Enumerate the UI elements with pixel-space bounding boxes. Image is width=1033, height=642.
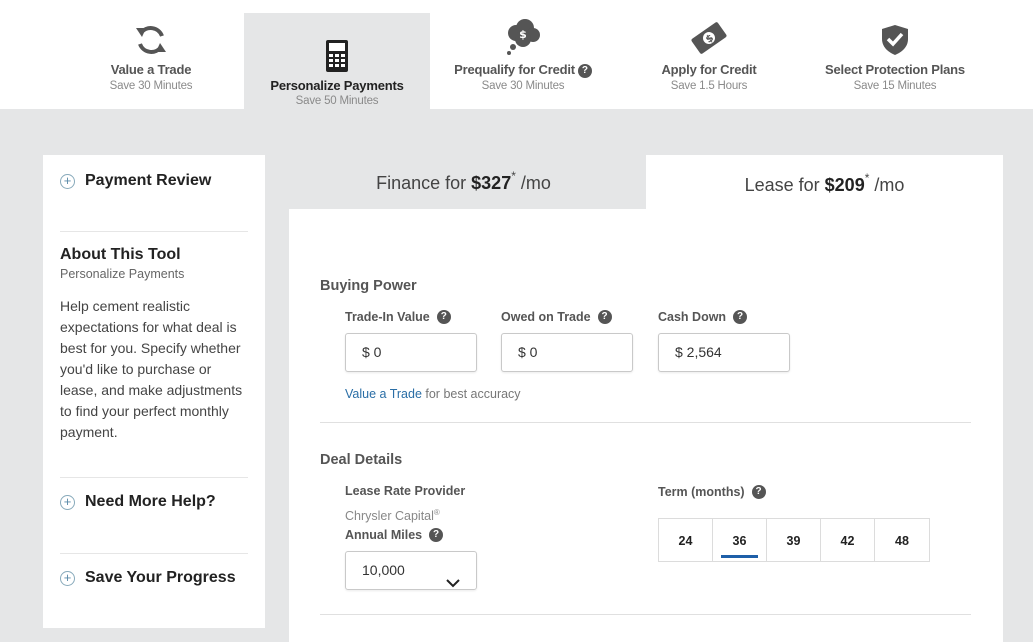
cash-down-label: Cash Down?: [658, 310, 748, 324]
step-subtitle: Save 50 Minutes: [295, 95, 379, 107]
annual-miles-label: Annual Miles?: [345, 528, 444, 542]
registered-mark: ®: [433, 508, 440, 517]
lease-rate-provider-value: Chrysler Capital®: [345, 508, 440, 524]
annual-miles-value: 10,000: [362, 562, 405, 578]
buying-power-heading: Buying Power: [320, 278, 417, 294]
payment-review-label: Payment Review: [85, 172, 212, 189]
step-subtitle: Save 1.5 Hours: [670, 80, 748, 92]
sidebar: + Payment Review About This Tool Persona…: [43, 155, 265, 628]
trade-in-input[interactable]: $ 0: [345, 333, 477, 372]
save-progress-label: Save Your Progress: [85, 569, 236, 586]
plus-icon: +: [60, 173, 75, 189]
calculator-icon: [325, 39, 349, 78]
term-option[interactable]: 48: [875, 519, 929, 561]
dollar-bill-icon: $: [690, 20, 728, 61]
step-select-protection-plans[interactable]: Select Protection Plans Save 15 Minutes: [802, 0, 988, 109]
divider: [320, 422, 971, 423]
payment-review-toggle[interactable]: + Payment Review: [60, 172, 248, 190]
divider: [60, 477, 248, 478]
tab-lease-suffix: /mo: [869, 175, 905, 195]
money-cloud-icon: $: [503, 18, 543, 63]
lease-amount: $209: [824, 175, 865, 195]
help-icon[interactable]: ?: [733, 310, 748, 324]
step-apply-for-credit[interactable]: $ Apply for Credit Save 1.5 Hours: [616, 0, 802, 109]
step-subtitle: Save 30 Minutes: [481, 80, 565, 92]
step-bar: Value a Trade Save 30 Minutes Personaliz…: [0, 0, 1033, 109]
cash-down-input[interactable]: $ 2,564: [658, 333, 790, 372]
term-option[interactable]: 24: [659, 519, 713, 561]
step-personalize-payments[interactable]: Personalize Payments Save 50 Minutes: [244, 13, 430, 109]
trade-in-label: Trade-In Value?: [345, 310, 451, 324]
need-more-help-toggle[interactable]: + Need More Help?: [60, 493, 248, 511]
help-icon[interactable]: ?: [577, 64, 592, 78]
deal-details-heading: Deal Details: [320, 452, 403, 468]
help-icon[interactable]: ?: [751, 485, 766, 499]
value-trade-helper: Value a Trade for best accuracy: [345, 387, 521, 401]
tab-lease[interactable]: Lease for $209* /mo: [646, 155, 1003, 217]
about-subtitle: Personalize Payments: [60, 267, 185, 281]
help-icon[interactable]: ?: [597, 310, 612, 324]
tab-lease-prefix: Lease for: [744, 175, 825, 195]
main-panel: Buying Power Trade-In Value? $ 0 Owed on…: [289, 217, 1003, 642]
tab-finance-prefix: Finance for: [376, 173, 472, 193]
plus-icon: +: [60, 494, 75, 510]
about-text: Help cement realistic expectations for w…: [60, 298, 243, 440]
step-subtitle: Save 30 Minutes: [109, 80, 193, 92]
shield-check-icon: [880, 24, 910, 61]
need-more-help-label: Need More Help?: [85, 493, 216, 510]
tab-finance-suffix: /mo: [515, 173, 551, 193]
term-option[interactable]: 42: [821, 519, 875, 561]
annual-miles-select[interactable]: 10,000: [345, 551, 477, 590]
lease-rate-provider-label: Lease Rate Provider: [345, 484, 466, 498]
save-progress-toggle[interactable]: + Save Your Progress: [60, 569, 248, 587]
step-title: Personalize Payments: [270, 78, 404, 93]
step-title: Apply for Credit: [661, 62, 757, 77]
step-title: Select Protection Plans: [825, 62, 965, 77]
owed-on-trade-label: Owed on Trade?: [501, 310, 612, 324]
help-icon[interactable]: ?: [429, 528, 444, 542]
tab-finance[interactable]: Finance for $327* /mo: [289, 155, 638, 209]
owed-on-trade-input[interactable]: $ 0: [501, 333, 633, 372]
plus-icon: +: [60, 570, 75, 586]
term-selector: 24 36 39 42 48: [658, 518, 930, 562]
step-prequalify-for-credit[interactable]: $ Prequalify for Credit? Save 30 Minutes: [430, 0, 616, 109]
finance-amount: $327: [471, 173, 512, 193]
refresh-icon: [133, 22, 169, 63]
value-a-trade-link[interactable]: Value a Trade: [345, 387, 422, 401]
main-panel-top: [289, 209, 646, 217]
term-option[interactable]: 39: [767, 519, 821, 561]
help-icon[interactable]: ?: [436, 310, 451, 324]
step-title: Value a Trade: [110, 62, 192, 77]
term-label: Term (months)?: [658, 485, 766, 499]
chevron-down-icon: [446, 565, 460, 602]
divider: [60, 553, 248, 554]
step-value-a-trade[interactable]: Value a Trade Save 30 Minutes: [58, 0, 244, 109]
divider: [60, 231, 248, 232]
about-title: About This Tool: [60, 246, 181, 263]
term-option-selected[interactable]: 36: [713, 519, 767, 561]
svg-text:$: $: [519, 28, 527, 41]
divider: [320, 614, 971, 615]
step-subtitle: Save 15 Minutes: [853, 80, 937, 92]
step-title: Prequalify for Credit?: [430, 62, 616, 78]
